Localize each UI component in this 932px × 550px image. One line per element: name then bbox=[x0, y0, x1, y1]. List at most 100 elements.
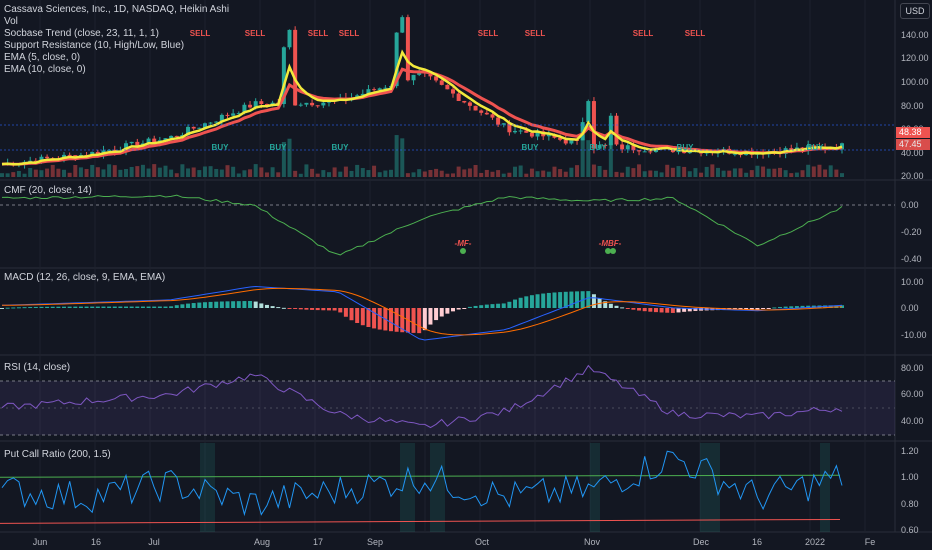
pcr-label[interactable]: Put Call Ratio (200, 1.5) bbox=[4, 449, 111, 460]
volume-bar bbox=[541, 170, 546, 177]
candle-body bbox=[208, 122, 213, 124]
volume-bar bbox=[349, 170, 354, 177]
candle-body bbox=[439, 80, 444, 85]
macd-histogram-bar bbox=[653, 308, 658, 313]
sell-signal: SELL bbox=[338, 29, 360, 38]
volume-bar bbox=[738, 168, 743, 177]
macd-histogram-bar bbox=[287, 308, 292, 309]
volume-bar bbox=[840, 173, 844, 177]
macd-signal-line bbox=[2, 287, 843, 336]
x-tick: Jun bbox=[32, 537, 48, 547]
macd-histogram-bar bbox=[304, 308, 309, 310]
volume-bar bbox=[276, 172, 281, 177]
sell-signal: SELL bbox=[189, 29, 211, 38]
volume-bar bbox=[422, 171, 427, 177]
volume-bar bbox=[107, 164, 112, 177]
candle-body bbox=[293, 29, 298, 106]
indicator-support-resistance[interactable]: Support Resistance (10, High/Low, Blue) bbox=[4, 40, 184, 51]
candle-body bbox=[563, 139, 568, 144]
volume-bar bbox=[659, 172, 664, 177]
indicator-ema10[interactable]: EMA (10, close, 0) bbox=[4, 64, 86, 75]
volume-bar bbox=[248, 169, 253, 177]
volume-bar bbox=[563, 171, 568, 177]
volume-bar bbox=[208, 166, 213, 177]
ema-price-tag: 47.45 bbox=[896, 139, 930, 150]
candle-body bbox=[496, 117, 501, 125]
buy-signal: BUY bbox=[676, 143, 694, 152]
volume-bar bbox=[231, 166, 236, 177]
volume-bar bbox=[298, 173, 303, 177]
macd-histogram-bar bbox=[591, 294, 596, 308]
indicator-vol[interactable]: Vol bbox=[4, 16, 18, 27]
volume-bar bbox=[524, 173, 529, 177]
macd-histogram-bar bbox=[73, 306, 78, 308]
macd-histogram-bar bbox=[157, 306, 162, 308]
volume-bar bbox=[777, 167, 782, 177]
volume-bar bbox=[637, 164, 642, 177]
volume-bar bbox=[84, 169, 89, 177]
macd-histogram-bar bbox=[202, 302, 207, 308]
candle-body bbox=[518, 130, 523, 132]
cmf-label[interactable]: CMF (20, close, 14) bbox=[4, 185, 92, 196]
volume-bar bbox=[45, 168, 50, 177]
candle-body bbox=[315, 105, 320, 107]
candle-body bbox=[214, 121, 219, 123]
macd-histogram-bar bbox=[755, 308, 760, 310]
macd-histogram-bar bbox=[101, 306, 106, 308]
macd-histogram-bar bbox=[343, 308, 348, 317]
candle-body bbox=[642, 151, 647, 153]
macd-histogram-bar bbox=[422, 308, 427, 331]
candle-body bbox=[586, 101, 591, 123]
volume-bar bbox=[828, 165, 833, 177]
volume-bar bbox=[693, 168, 698, 177]
volume-bar bbox=[620, 172, 625, 177]
volume-bar bbox=[287, 138, 292, 177]
ema5-line bbox=[1, 49, 843, 166]
macd-histogram-bar bbox=[45, 306, 50, 308]
candle-body bbox=[490, 114, 495, 118]
volume-bar bbox=[39, 170, 44, 177]
macd-histogram-bar bbox=[321, 308, 326, 311]
macd-histogram-bar bbox=[467, 306, 472, 308]
volume-bar bbox=[332, 167, 337, 177]
macd-label[interactable]: MACD (12, 26, close, 9, EMA, EMA) bbox=[4, 272, 165, 283]
rsi-label[interactable]: RSI (14, close) bbox=[4, 362, 70, 373]
mbf-label: -MBF- bbox=[598, 239, 622, 248]
price-tick: 80.00 bbox=[901, 101, 924, 111]
macd-histogram-bar bbox=[326, 308, 331, 311]
volume-bar bbox=[321, 170, 326, 177]
macd-histogram-bar bbox=[242, 301, 247, 308]
volume-bar bbox=[174, 173, 179, 177]
volume-bar bbox=[343, 166, 348, 177]
candle-body bbox=[321, 102, 326, 106]
macd-histogram-bar bbox=[264, 304, 269, 308]
macd-histogram-bar bbox=[208, 301, 213, 308]
indicator-ema5[interactable]: EMA (5, close, 0) bbox=[4, 52, 80, 63]
candle-body bbox=[445, 84, 450, 90]
macd-histogram-bar bbox=[524, 296, 529, 308]
macd-histogram-bar bbox=[614, 305, 619, 308]
macd-histogram-bar bbox=[270, 306, 275, 308]
mf-dot bbox=[460, 248, 466, 254]
macd-histogram-bar bbox=[676, 308, 681, 313]
volume-bar bbox=[78, 167, 83, 177]
currency-button[interactable]: USD bbox=[900, 3, 930, 19]
volume-bar bbox=[727, 170, 732, 177]
macd-histogram-bar bbox=[197, 302, 202, 308]
pcr-highlight bbox=[590, 443, 600, 532]
macd-histogram-bar bbox=[78, 306, 83, 308]
price-tick: 120.00 bbox=[901, 53, 929, 63]
volume-bar bbox=[253, 164, 258, 177]
volume-bar bbox=[546, 171, 551, 177]
volume-bar bbox=[129, 166, 134, 177]
macd-histogram-bar bbox=[225, 301, 230, 308]
sell-signal: SELL bbox=[307, 29, 329, 38]
volume-bar bbox=[518, 165, 523, 177]
indicator-socbase[interactable]: Socbase Trend (close, 23, 11, 1, 1) bbox=[4, 28, 159, 39]
volume-bar bbox=[112, 165, 117, 177]
macd-histogram-bar bbox=[67, 306, 72, 308]
candle-body bbox=[479, 110, 484, 113]
volume-bar bbox=[479, 172, 484, 177]
pcr-highlight bbox=[700, 443, 720, 532]
x-tick: 16 bbox=[751, 537, 763, 547]
